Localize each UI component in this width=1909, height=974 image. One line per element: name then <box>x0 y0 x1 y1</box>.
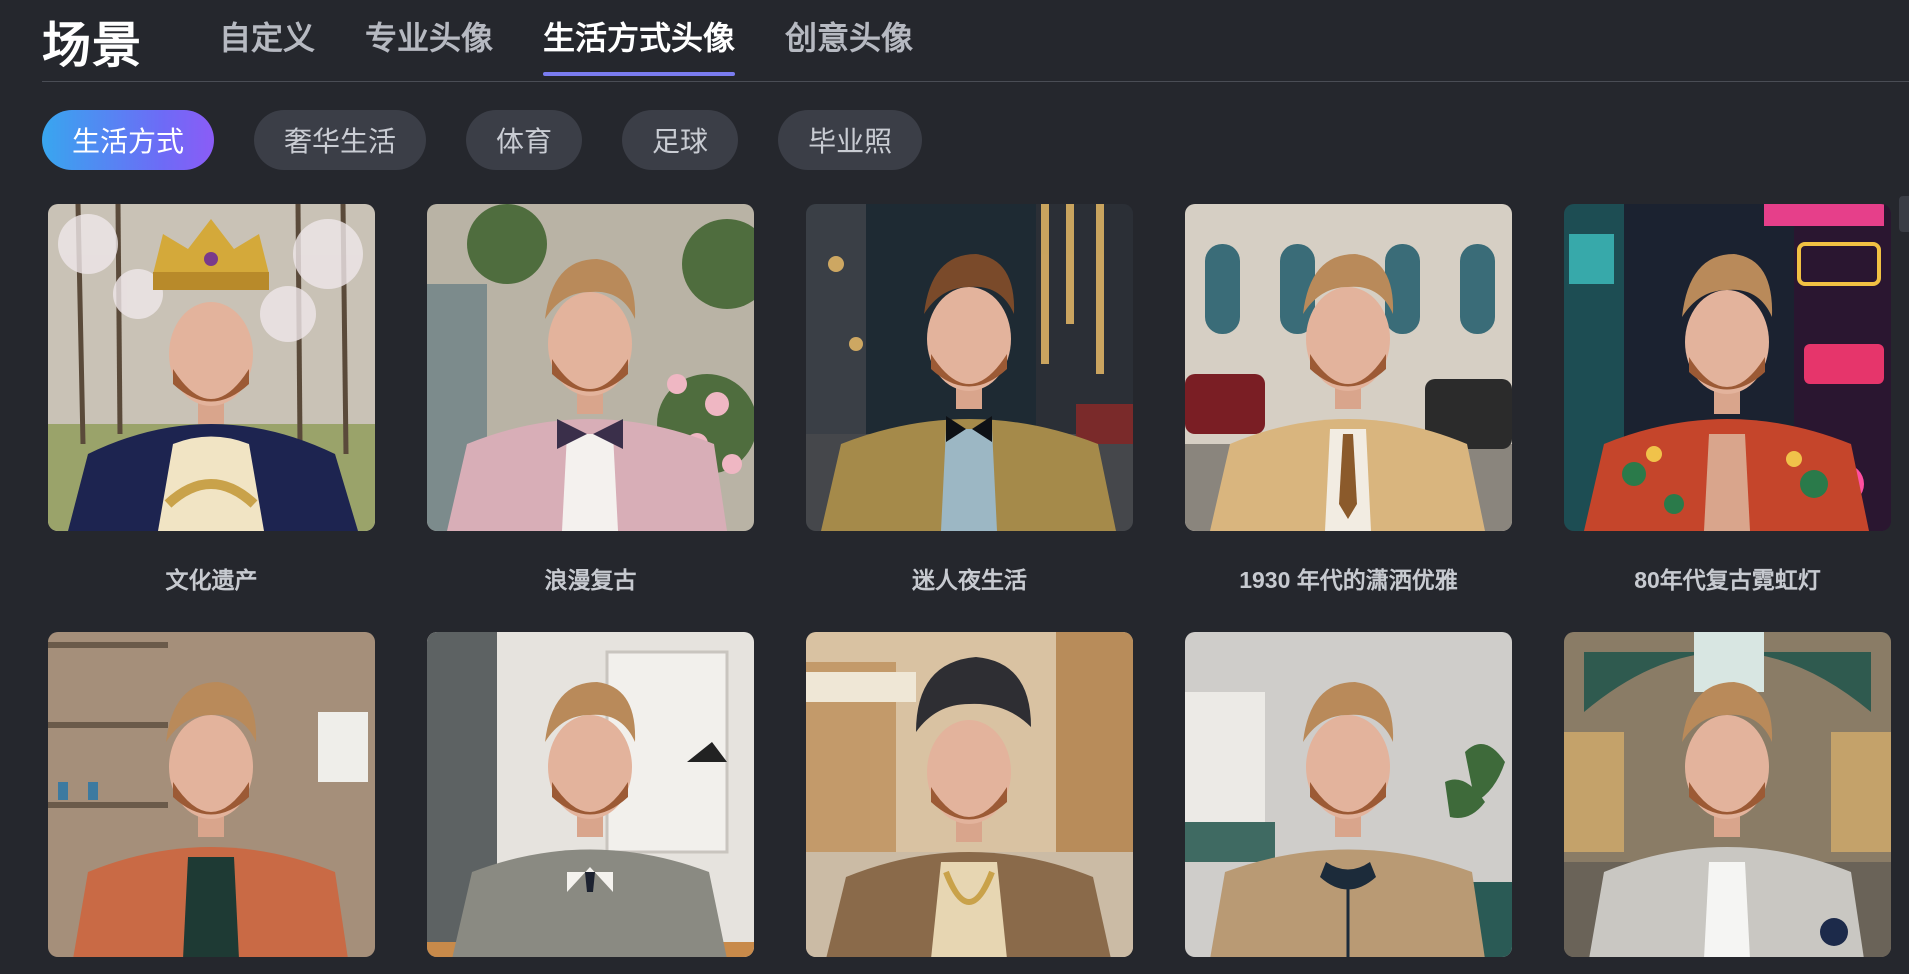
scene-label: 迷人夜生活 <box>912 567 1027 593</box>
page-title: 场景 <box>42 19 143 73</box>
scene-row: 文化遗产 浪漫复古 迷人夜生活 1930 年代的潇洒优雅 80年代复古霓虹灯 <box>48 204 1891 595</box>
scene-card-desert-market[interactable] <box>806 632 1133 974</box>
scene-card-workshop[interactable] <box>48 632 375 974</box>
chip-sports[interactable]: 体育 <box>466 110 583 170</box>
scene-card-romantic-retro[interactable]: 浪漫复古 <box>427 204 754 595</box>
tab-custom[interactable]: 自定义 <box>219 0 315 82</box>
scene-row <box>48 632 1891 974</box>
header: 场景 自定义 专业头像 生活方式头像 创意头像 <box>42 0 1909 82</box>
tab-professional-headshot[interactable]: 专业头像 <box>365 0 493 82</box>
scene-card-1930s-elegance[interactable]: 1930 年代的潇洒优雅 <box>1185 204 1512 595</box>
scene-thumbnail <box>427 632 754 957</box>
scene-thumbnail <box>1185 632 1512 957</box>
chip-lifestyle[interactable]: 生活方式 <box>42 110 215 170</box>
scene-thumbnail <box>427 204 754 531</box>
chip-graduation[interactable]: 毕业照 <box>778 110 923 170</box>
scene-thumbnail <box>806 204 1133 531</box>
tab-bar: 自定义 专业头像 生活方式头像 创意头像 <box>219 0 963 82</box>
scene-card-modern-interior[interactable] <box>1185 632 1512 974</box>
tab-lifestyle-headshot[interactable]: 生活方式头像 <box>543 0 736 82</box>
scene-label: 文化遗产 <box>165 567 258 593</box>
scene-card-nightlife[interactable]: 迷人夜生活 <box>806 204 1133 595</box>
chip-football[interactable]: 足球 <box>622 110 739 170</box>
scene-thumbnail <box>1564 632 1891 957</box>
scene-card-80s-neon[interactable]: 80年代复古霓虹灯 <box>1564 204 1891 595</box>
scrollbar[interactable] <box>1899 196 1909 232</box>
scene-thumbnail <box>1185 204 1512 531</box>
scene-card-cultural-heritage[interactable]: 文化遗产 <box>48 204 375 595</box>
scene-thumbnail <box>48 204 375 531</box>
scene-card-office[interactable] <box>427 632 754 974</box>
filter-chips: 生活方式 奢华生活 体育 足球 毕业照 <box>42 110 923 170</box>
scene-card-station-hall[interactable] <box>1564 632 1891 974</box>
scene-label: 80年代复古霓虹灯 <box>1634 567 1821 593</box>
scene-thumbnail <box>1564 204 1891 531</box>
tab-creative-headshot[interactable]: 创意头像 <box>785 0 913 82</box>
scene-thumbnail <box>48 632 375 957</box>
scene-page: 场景 自定义 专业头像 生活方式头像 创意头像 生活方式 奢华生活 体育 足球 … <box>0 0 1909 974</box>
scene-label: 浪漫复古 <box>544 567 637 593</box>
chip-luxury-life[interactable]: 奢华生活 <box>254 110 427 170</box>
scene-label: 1930 年代的潇洒优雅 <box>1239 567 1458 593</box>
scene-thumbnail <box>806 632 1133 957</box>
